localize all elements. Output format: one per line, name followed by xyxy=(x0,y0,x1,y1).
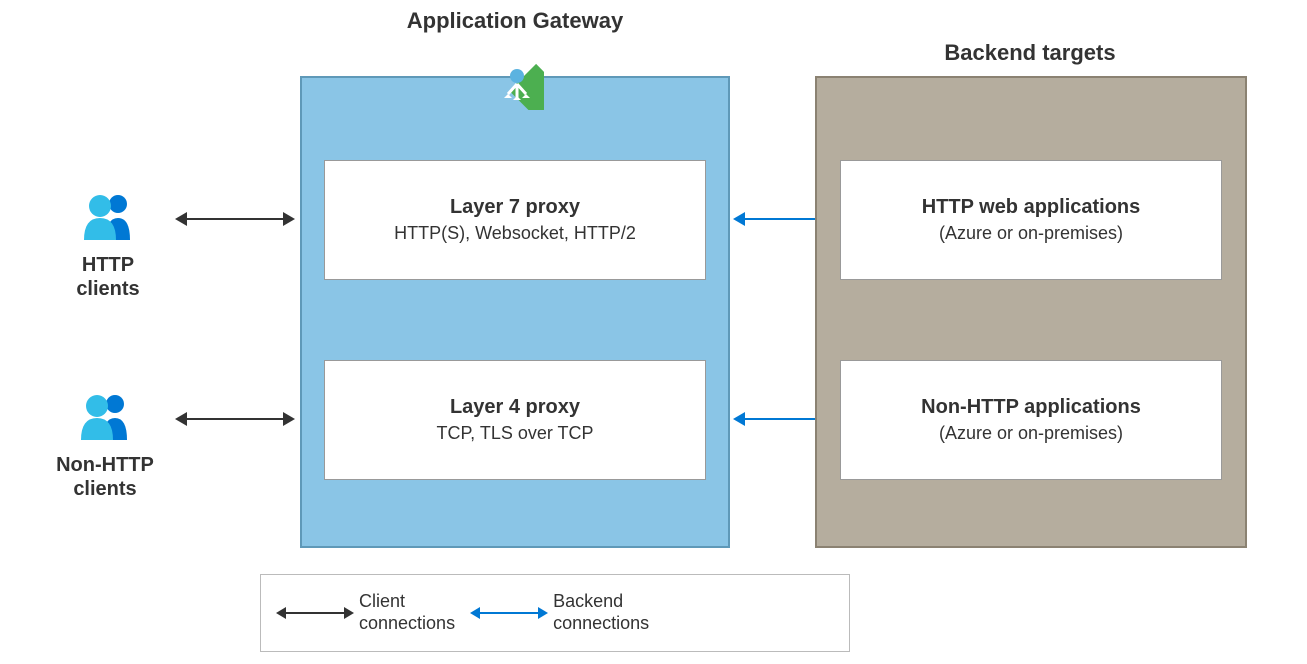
nonhttp-clients-block: Non-HTTP clients xyxy=(30,390,180,501)
layer7-proxy-box: Layer 7 proxy HTTP(S), Websocket, HTTP/2 xyxy=(324,160,706,280)
http-clients-block: HTTP clients xyxy=(48,190,168,301)
backend-title: Backend targets xyxy=(815,40,1245,66)
nonhttp-clients-label: Non-HTTP clients xyxy=(30,453,180,501)
legend-client-label: Client connections xyxy=(359,591,455,634)
nonhttp-apps-sub: (Azure or on-premises) xyxy=(851,423,1211,444)
layer7-title: Layer 7 proxy xyxy=(335,196,695,219)
http-apps-box: HTTP web applications (Azure or on-premi… xyxy=(840,160,1222,280)
layer7-sub: HTTP(S), Websocket, HTTP/2 xyxy=(335,223,695,244)
client-arrow-nonhttp xyxy=(185,418,285,420)
gateway-icon xyxy=(490,56,544,110)
double-arrow-black-icon xyxy=(285,612,345,614)
nonhttp-apps-title: Non-HTTP applications xyxy=(851,396,1211,419)
double-arrow-blue-icon xyxy=(479,612,539,614)
users-icon xyxy=(78,190,138,240)
client-arrow-http xyxy=(185,218,285,220)
layer4-title: Layer 4 proxy xyxy=(335,396,695,419)
layer4-sub: TCP, TLS over TCP xyxy=(335,423,695,444)
nonhttp-apps-box: Non-HTTP applications (Azure or on-premi… xyxy=(840,360,1222,480)
gateway-title: Application Gateway xyxy=(300,8,730,34)
layer4-proxy-box: Layer 4 proxy TCP, TLS over TCP xyxy=(324,360,706,480)
http-apps-sub: (Azure or on-premises) xyxy=(851,223,1211,244)
http-clients-label: HTTP clients xyxy=(48,253,168,301)
legend-client-connections: Client connections xyxy=(285,591,455,634)
architecture-diagram: HTTP clients Non-HTTP clients Applicatio… xyxy=(0,0,1307,664)
legend-backend-connections: Backend connections xyxy=(479,591,649,634)
http-apps-title: HTTP web applications xyxy=(851,196,1211,219)
legend-backend-label: Backend connections xyxy=(553,591,649,634)
users-icon xyxy=(75,390,135,440)
legend: Client connections Backend connections xyxy=(260,574,850,652)
